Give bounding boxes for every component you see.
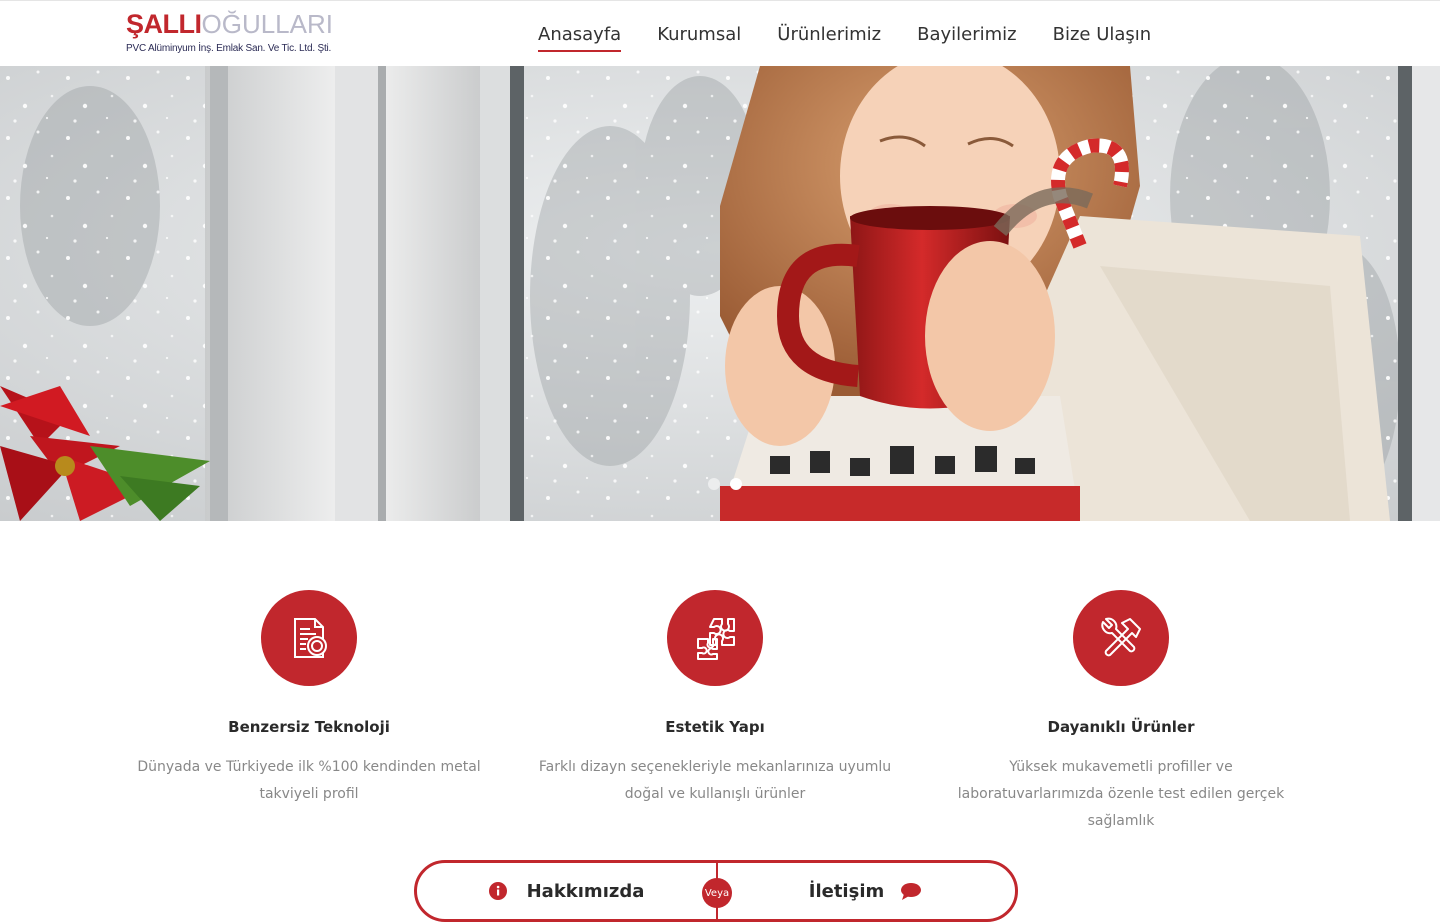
feature-title: Estetik Yapı bbox=[665, 718, 765, 736]
feature-item: Dayanıklı Ürünler Yüksek mukavemetli pro… bbox=[918, 590, 1324, 829]
cta-bar: Hakkımızda İletişim Veya bbox=[414, 860, 1018, 922]
feature-item: Benzersiz Teknoloji Dünyada ve Türkiyede… bbox=[106, 590, 512, 810]
feature-title: Benzersiz Teknoloji bbox=[228, 718, 390, 736]
or-badge: Veya bbox=[702, 878, 732, 908]
slider-dot-1[interactable] bbox=[708, 478, 720, 490]
info-icon bbox=[488, 882, 507, 900]
slider-dot-2[interactable] bbox=[730, 478, 742, 490]
tools-icon bbox=[1073, 590, 1169, 686]
nav-item-kurumsal[interactable]: Kurumsal bbox=[657, 18, 741, 51]
nav-item-urunlerimiz[interactable]: Ürünlerimiz bbox=[777, 18, 881, 51]
nav-item-anasayfa[interactable]: Anasayfa bbox=[538, 18, 622, 52]
slider-dots bbox=[708, 478, 742, 490]
feature-description: Yüksek mukavemetli profiller ve laboratu… bbox=[957, 759, 1285, 829]
about-button[interactable]: Hakkımızda bbox=[417, 863, 716, 919]
feature-description: Dünyada ve Türkiyede ilk %100 kendinden … bbox=[137, 759, 481, 802]
feature-description: Farklı dizayn seçenekleriyle mekanlarını… bbox=[538, 759, 892, 802]
nav-item-bayilerimiz[interactable]: Bayilerimiz bbox=[917, 18, 1017, 51]
chat-bubble-icon bbox=[900, 882, 922, 900]
brand-logo[interactable]: ŞALLI OĞULLARI PVC Alüminyum İnş. Emlak … bbox=[126, 9, 333, 59]
about-button-label: Hakkımızda bbox=[526, 880, 645, 902]
logo-tagline: PVC Alüminyum İnş. Emlak San. Ve Tic. Lt… bbox=[126, 43, 332, 54]
logo-name-light: OĞULLARI bbox=[201, 9, 334, 39]
contact-button[interactable]: İletişim bbox=[716, 863, 1015, 919]
certificate-document-icon bbox=[261, 590, 357, 686]
contact-button-label: İletişim bbox=[808, 880, 885, 902]
feature-item: Estetik Yapı Farklı dizayn seçenekleriyl… bbox=[512, 590, 918, 810]
feature-title: Dayanıklı Ürünler bbox=[1047, 718, 1195, 736]
logo-name-bold: ŞALLI bbox=[126, 9, 202, 39]
main-nav: Anasayfa Kurumsal Ürünlerimiz Bayilerimi… bbox=[520, 1, 1169, 67]
hero-image bbox=[0, 66, 1440, 521]
hero-slider bbox=[0, 66, 1440, 521]
site-header: ŞALLI OĞULLARI PVC Alüminyum İnş. Emlak … bbox=[0, 0, 1440, 66]
nav-item-bize-ulasin[interactable]: Bize Ulaşın bbox=[1053, 18, 1152, 51]
features-section: Benzersiz Teknoloji Dünyada ve Türkiyede… bbox=[106, 590, 1326, 829]
puzzle-icon bbox=[667, 590, 763, 686]
